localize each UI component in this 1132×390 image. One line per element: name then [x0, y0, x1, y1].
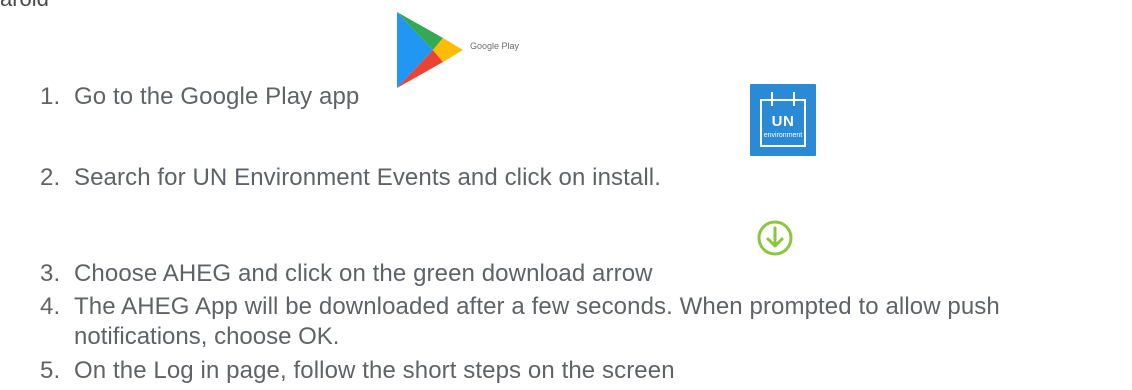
step-1: 1. Go to the Google Play app [40, 82, 359, 112]
step-4: 4. The AHEG App will be downloaded after … [40, 292, 1000, 322]
step-4-continuation: notifications, choose OK. [74, 323, 340, 350]
step-number: 4. [40, 293, 61, 320]
step-number: 3. [40, 260, 61, 287]
step-5: 5. On the Log in page, follow the short s… [40, 356, 675, 386]
google-play-caption: Google Play [470, 41, 520, 51]
step-text: Go to the Google Play app [74, 83, 360, 110]
un-logo-text: UN [771, 113, 795, 130]
step-text: Search for UN Environment Events and cli… [74, 164, 661, 191]
step-3: 3. Choose AHEG and click on the green dow… [40, 259, 653, 289]
step-text: On the Log in page, follow the short ste… [74, 357, 675, 384]
step-text: Choose AHEG and click on the green downl… [74, 260, 653, 287]
step-number: 2. [40, 164, 61, 191]
step-number: 1. [40, 83, 61, 110]
un-logo-subtext: environment [763, 132, 803, 139]
step-text: The AHEG App will be downloaded after a … [74, 293, 1000, 320]
header-fragment: aroid [0, 0, 49, 12]
google-play-logo-icon [395, 10, 465, 90]
un-environment-app-icon: UN environment [750, 84, 816, 156]
step-2: 2. Search for UN Environment Events and c… [40, 163, 661, 193]
green-download-arrow-icon [755, 218, 795, 258]
step-number: 5. [40, 357, 61, 384]
